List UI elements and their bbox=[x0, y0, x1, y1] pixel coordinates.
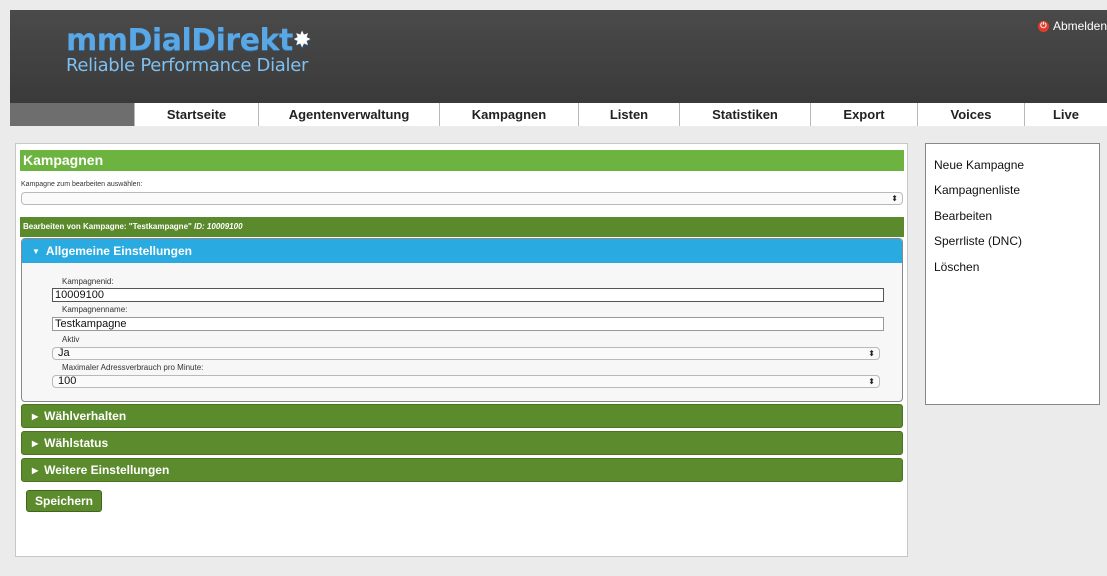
logout-link[interactable]: ⏻ Abmelden bbox=[1037, 19, 1107, 33]
sidebar-item-new-campaign[interactable]: Neue Kampagne bbox=[934, 158, 1024, 172]
campaign-select[interactable]: ⬍ bbox=[21, 192, 903, 205]
section-more-settings-title: Weitere Einstellungen bbox=[44, 463, 170, 477]
sidebar-item-dnc-list[interactable]: Sperrliste (DNC) bbox=[934, 234, 1022, 248]
logout-label: Abmelden bbox=[1052, 19, 1107, 33]
section-general-title: Allgemeine Einstellungen bbox=[45, 244, 192, 258]
edit-campaign-id: ID: 10009100 bbox=[194, 222, 243, 231]
active-select[interactable]: Ja ⬍ bbox=[52, 347, 880, 360]
nav-bar: Startseite Agentenverwaltung Kampagnen L… bbox=[134, 103, 1107, 126]
main-nav: Startseite Agentenverwaltung Kampagnen L… bbox=[10, 103, 1107, 126]
section-general-settings: ▼ Allgemeine Einstellungen Kampagnenid: 1… bbox=[21, 238, 903, 402]
logo[interactable]: mmDialDirekt✸ Reliable Performance Diale… bbox=[66, 26, 311, 76]
nav-item-voices[interactable]: Voices bbox=[917, 103, 1024, 126]
section-general-header[interactable]: ▼ Allgemeine Einstellungen bbox=[22, 239, 902, 263]
section-dial-behavior-title: Wählverhalten bbox=[44, 409, 127, 423]
sidebar-item-campaign-list[interactable]: Kampagnenliste bbox=[934, 183, 1020, 197]
campaign-name-field[interactable]: Testkampagne bbox=[52, 317, 884, 331]
triangle-right-icon: ▶ bbox=[32, 412, 39, 421]
sidebar-item-edit[interactable]: Bearbeiten bbox=[934, 209, 992, 223]
logo-title: mmDialDirekt bbox=[66, 23, 293, 58]
power-icon: ⏻ bbox=[1037, 20, 1049, 32]
rate-select-value: 100 bbox=[58, 375, 77, 387]
nav-item-listen[interactable]: Listen bbox=[578, 103, 679, 126]
section-dial-behavior[interactable]: ▶ Wählverhalten bbox=[21, 404, 903, 428]
edit-campaign-title: Bearbeiten von Kampagne: "Testkampagne" bbox=[23, 222, 192, 231]
nav-item-export[interactable]: Export bbox=[810, 103, 917, 126]
campaign-select-label: Kampagne zum bearbeiten auswählen: bbox=[21, 181, 143, 188]
header: mmDialDirekt✸ Reliable Performance Diale… bbox=[10, 10, 1107, 103]
updown-arrow-icon: ⬍ bbox=[868, 349, 875, 358]
nav-item-kampagnen[interactable]: Kampagnen bbox=[439, 103, 578, 126]
campaign-name-label: Kampagnenname: bbox=[62, 305, 128, 314]
save-button[interactable]: Speichern bbox=[26, 490, 102, 512]
rate-select[interactable]: 100 ⬍ bbox=[52, 375, 880, 388]
logo-tagline: Reliable Performance Dialer bbox=[66, 55, 309, 76]
edit-campaign-bar: Bearbeiten von Kampagne: "Testkampagne" … bbox=[20, 217, 904, 237]
triangle-down-icon: ▼ bbox=[32, 247, 40, 256]
nav-item-startseite[interactable]: Startseite bbox=[134, 103, 258, 126]
updown-arrow-icon: ⬍ bbox=[891, 194, 898, 203]
active-label: Aktiv bbox=[62, 335, 80, 344]
splash-icon: ✸ bbox=[292, 28, 311, 53]
section-dial-status[interactable]: ▶ Wählstatus bbox=[21, 431, 903, 455]
sidebar-item-delete[interactable]: Löschen bbox=[934, 260, 979, 274]
active-select-value: Ja bbox=[58, 347, 70, 359]
sidebar: Neue Kampagne Kampagnenliste Bearbeiten … bbox=[925, 143, 1100, 405]
nav-item-statistiken[interactable]: Statistiken bbox=[679, 103, 810, 126]
nav-item-agentenverwaltung[interactable]: Agentenverwaltung bbox=[258, 103, 439, 126]
rate-label: Maximaler Adressverbrauch pro Minute: bbox=[62, 363, 204, 372]
section-more-settings[interactable]: ▶ Weitere Einstellungen bbox=[21, 458, 903, 482]
campaign-id-field[interactable]: 10009100 bbox=[52, 288, 884, 302]
section-dial-status-title: Wählstatus bbox=[44, 436, 109, 450]
updown-arrow-icon: ⬍ bbox=[868, 377, 875, 386]
triangle-right-icon: ▶ bbox=[32, 439, 39, 448]
main-panel: Kampagnen Kampagne zum bearbeiten auswäh… bbox=[15, 143, 908, 557]
nav-item-live[interactable]: Live bbox=[1024, 103, 1107, 126]
campaign-id-label: Kampagnenid: bbox=[62, 277, 114, 286]
page-title: Kampagnen bbox=[20, 150, 904, 171]
triangle-right-icon: ▶ bbox=[32, 466, 39, 475]
